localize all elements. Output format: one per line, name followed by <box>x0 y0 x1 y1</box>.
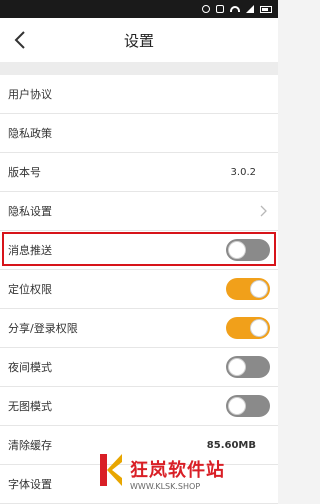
settings-item-label: 定位权限 <box>8 283 52 296</box>
section-gap <box>0 62 278 75</box>
settings-item-label: 清除缓存 <box>8 439 52 452</box>
push-notifications-toggle[interactable] <box>226 239 270 261</box>
cache-size-value: 85.60MB <box>206 439 256 451</box>
share-login-permission-toggle[interactable] <box>226 317 270 339</box>
battery-icon <box>260 5 272 13</box>
settings-item-label: 字体设置 <box>8 478 52 491</box>
settings-item-night-mode: 夜间模式 <box>0 348 278 387</box>
settings-item-label: 夜间模式 <box>8 361 52 374</box>
settings-item-version: 版本号 3.0.2 <box>0 153 278 192</box>
toggle-knob <box>250 280 268 298</box>
toggle-knob <box>228 358 246 376</box>
location-permission-toggle[interactable] <box>226 278 270 300</box>
settings-item-no-image-mode: 无图模式 <box>0 387 278 426</box>
settings-item-label: 版本号 <box>8 166 41 179</box>
alarm-icon <box>202 5 210 13</box>
k-logo-icon <box>100 454 122 486</box>
settings-item-share-login-permission: 分享/登录权限 <box>0 309 278 348</box>
no-image-mode-toggle[interactable] <box>226 395 270 417</box>
nav-header: 设置 <box>0 18 278 62</box>
settings-list: 用户协议 隐私政策 版本号 3.0.2 隐私设置 消息推送 定位权限 分享/登录… <box>0 75 278 504</box>
chevron-right-icon <box>260 205 267 217</box>
version-value: 3.0.2 <box>230 166 256 178</box>
settings-item-push-notifications: 消息推送 <box>0 231 278 270</box>
settings-item-label: 消息推送 <box>8 244 52 257</box>
back-arrow-icon[interactable] <box>12 30 28 50</box>
wifi-icon <box>230 6 240 12</box>
settings-item-privacy-policy[interactable]: 隐私政策 <box>0 114 278 153</box>
page-title: 设置 <box>123 31 154 50</box>
settings-item-user-agreement[interactable]: 用户协议 <box>0 75 278 114</box>
night-mode-toggle[interactable] <box>226 356 270 378</box>
settings-item-label: 分享/登录权限 <box>8 322 78 335</box>
toggle-knob <box>228 241 246 259</box>
settings-item-label: 用户协议 <box>8 88 52 101</box>
signal-icon <box>246 5 254 13</box>
mute-icon <box>216 5 224 13</box>
settings-item-label: 无图模式 <box>8 400 52 413</box>
status-bar <box>0 0 278 18</box>
settings-item-privacy-settings[interactable]: 隐私设置 <box>0 192 278 231</box>
watermark-url: WWW.KLSK.SHOP <box>130 482 201 491</box>
settings-item-location-permission: 定位权限 <box>0 270 278 309</box>
toggle-knob <box>228 397 246 415</box>
watermark-brand: 狂岚软件站 <box>130 460 225 481</box>
settings-item-label: 隐私政策 <box>8 127 52 140</box>
settings-item-label: 隐私设置 <box>8 205 52 218</box>
toggle-knob <box>250 319 268 337</box>
watermark: 狂岚软件站 WWW.KLSK.SHOP <box>98 452 278 500</box>
